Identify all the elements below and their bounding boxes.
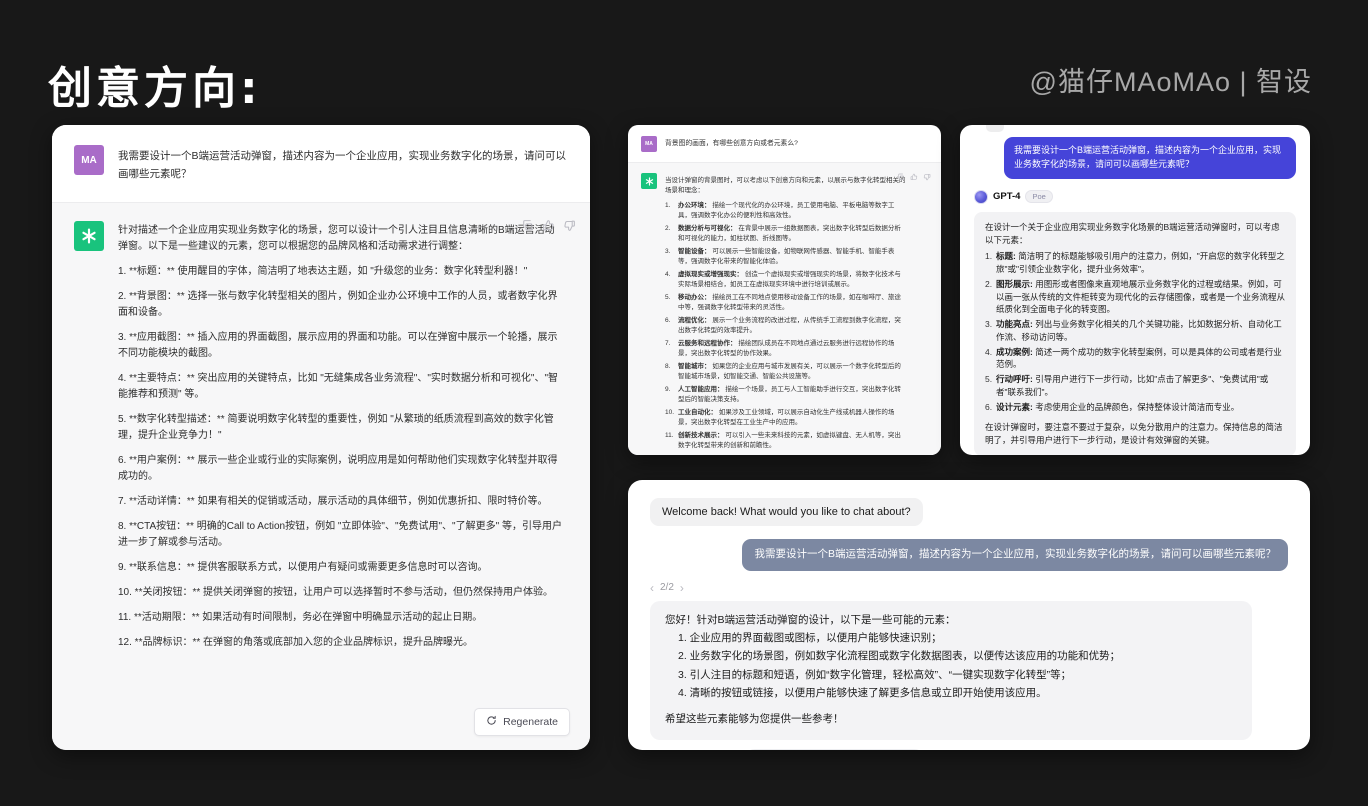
list-item: 8. 智能城市： 如果您的企业应用与城市发展有关，可以展示一个数字化转型后的智能… [665, 362, 907, 383]
chatgpt-small-panel: MA 背景图的画面，有哪些创意方向或者元素么? 当设计弹窗的背景图时，可以考虑以… [628, 125, 941, 455]
assistant-item-list: 1. **标题：** 使用醒目的字体，简洁明了地表达主题，如 "升级您的业务：数… [118, 264, 563, 651]
copy-icon[interactable] [897, 173, 905, 181]
chatgpt-logo-icon [74, 221, 104, 251]
list-item: 1. 企业应用的界面截图或图标，以便用户能够快速识别； [665, 630, 1237, 647]
chatgpt-large-panel: MA 我需要设计一个B端运营活动弹窗，描述内容为一个企业应用，实现业务数字化的场… [52, 125, 590, 750]
slide: 创意方向: @猫仔MAoMAo | 智设 MA 我需要设计一个B端运营活动弹窗，… [0, 0, 1368, 806]
chevron-left-icon[interactable]: ‹ [650, 582, 654, 594]
response-intro: 在设计一个关于企业应用实现业务数字化场景的B端运营活动弹窗时，可以考虑以下元素： [985, 221, 1285, 247]
user-avatar: MA [641, 136, 657, 152]
list-item: 3. **应用截图：** 插入应用的界面截图，展示应用的界面和功能。可以在弹窗中… [118, 330, 563, 362]
response-closing: 在设计弹窗时，要注意不要过于复杂，以免分散用户的注意力。保持信息的简洁明了，并引… [985, 421, 1285, 447]
response-closing: 希望这些元素能够为您提供一些参考！ [665, 711, 1237, 728]
list-item: 7. 云服务和远程协作： 描绘团队成员在不同地点通过云服务进行远程协作的场景，突… [665, 339, 907, 360]
list-item: 8. **CTA按钮：** 明确的Call to Action按钮，例如 "立即… [118, 519, 563, 551]
page-indicator: 2/2 [660, 582, 674, 593]
list-item: 2. 图形展示: 用图形或者图像来直观地展示业务数字化的过程或结果。例如，可以画… [985, 278, 1285, 316]
list-item: 5. 行动呼吁: 引导用户进行下一步行动，比如"点击了解更多"、"免费试用"或者… [985, 373, 1285, 399]
thumbs-up-icon[interactable] [910, 173, 918, 181]
chevron-right-icon[interactable]: › [680, 582, 684, 594]
regenerate-button[interactable]: Regenerate [474, 708, 570, 736]
bot-greeting-bubble: Welcome back! What would you like to cha… [650, 498, 923, 526]
response-pagination: ‹ 2/2 › [650, 582, 1288, 594]
list-item: 6. **用户案例：** 展示一些企业或行业的实际案例，说明应用是如何帮助他们实… [118, 453, 563, 485]
list-item: 5. **数字化转型描述：** 简要说明数字化转型的重要性，例如 "从繁琐的纸质… [118, 412, 563, 444]
thumbs-down-icon[interactable] [923, 173, 931, 181]
user-message: 背景图的画面，有哪些创意方向或者元素么? [665, 136, 798, 152]
bot-header: GPT-4 Poe [974, 190, 1296, 204]
poe-panel: 我需要设计一个B端运营活动弹窗，描述内容为一个企业应用，实现业务数字化的场景，请… [960, 125, 1310, 455]
regenerate-label: Regenerate [503, 716, 558, 728]
bot-response-card: 在设计一个关于企业应用实现业务数字化场景的B端运营活动弹窗时，可以考虑以下元素：… [974, 212, 1296, 455]
author-credit: @猫仔MAoMAo | 智设 [1030, 60, 1312, 99]
poe-badge: Poe [1025, 190, 1052, 203]
list-item: 5. 移动办公： 描绘员工在不同地点使用移动设备工作的场景，如在咖啡厅、旅途中等… [665, 293, 907, 314]
assistant-message-row: 针对描述一个企业应用实现业务数字化的场景，您可以设计一个引人注目且信息清晰的B端… [52, 202, 590, 750]
user-message-row: MA 背景图的画面，有哪些创意方向或者元素么? [628, 125, 941, 162]
list-item: 6. 设计元素: 考虑使用企业的品牌颜色，保持整体设计简洁而专业。 [985, 401, 1285, 414]
gpt4-bot-avatar-icon [974, 190, 988, 204]
assistant-message-row: 当设计弹窗的背景图时，可以考虑以下创意方向和元素，以展示与数字化转型相关的场景和… [628, 162, 941, 455]
assistant-intro: 当设计弹窗的背景图时，可以考虑以下创意方向和元素，以展示与数字化转型相关的场景和… [665, 176, 907, 197]
bot-name: GPT-4 [993, 191, 1020, 202]
list-item: 3. 功能亮点: 列出与业务数字化相关的几个关键功能，比如数据分析、自动化工作流… [985, 318, 1285, 344]
user-message-bubble: 我需要设计一个B端运营活动弹窗，描述内容为一个企业应用，实现业务数字化的场景，请… [1004, 137, 1296, 179]
list-item: 10. **关闭按钮：** 提供关闭弹窗的按钮，让用户可以选择暂时不参与活动，但… [118, 585, 563, 601]
list-item: 1. 标题: 简洁明了的标题能够吸引用户的注意力，例如，"开启您的数字化转型之旅… [985, 250, 1285, 276]
bottom-chat-panel: Welcome back! What would you like to cha… [628, 480, 1310, 750]
list-item: 11. **活动期限：** 如果活动有时间限制，务必在弹窗中明确显示活动的起止日… [118, 610, 563, 626]
list-item: 2. **背景图：** 选择一张与数字化转型相关的图片，例如企业办公环境中工作的… [118, 289, 563, 321]
list-item: 11. 创新技术展示： 可以引入一些未来科技的元素，如虚拟键盘、无人机等，突出数… [665, 431, 907, 452]
list-item: 4. 清晰的按钮或链接，以便用户能够快速了解更多信息或立即开始使用该应用。 [665, 685, 1237, 702]
list-item: 4. **主要特点：** 突出应用的关键特点，比如 "无缝集成各业务流程"、"实… [118, 371, 563, 403]
response-item-list: 1. 企业应用的界面截图或图标，以便用户能够快速识别；2. 业务数字化的场景图，… [665, 630, 1237, 702]
list-item: 2. 数据分析与可视化： 在背景中展示一组数据图表，突出数字化转型后数据分析和可… [665, 224, 907, 245]
list-item: 2. 业务数字化的场景图，例如数字化流程图或数字化数据图表，以便传达该应用的功能… [665, 648, 1237, 665]
user-avatar: MA [74, 145, 104, 175]
user-message: 我需要设计一个B端运营活动弹窗，描述内容为一个企业应用，实现业务数字化的场景，请… [118, 145, 568, 184]
list-item: 9. **联系信息：** 提供客服联系方式，以便用户有疑问或需要更多信息时可以咨… [118, 560, 563, 576]
assistant-item-list: 1. 办公环境： 描绘一个现代化的办公环境，员工使用电脑、平板电脑等数字工具，强… [665, 201, 907, 452]
list-item: 3. 智能设备： 可以展示一些智能设备，如物联网传感器、智能手机、智能手表等，强… [665, 247, 907, 268]
response-item-list: 1. 标题: 简洁明了的标题能够吸引用户的注意力，例如，"开启您的数字化转型之旅… [985, 250, 1285, 413]
clipped-previous-bubble [986, 125, 1004, 132]
list-item: 3. 引人注目的标题和短语，例如“数字化管理，轻松高效”、“一键实现数字化转型”… [665, 667, 1237, 684]
list-item: 6. 流程优化： 展示一个业务流程的改进过程，从传统手工流程到数字化流程，突出数… [665, 316, 907, 337]
search-web-gpt4-button[interactable]: search web and ask GPT-4 [743, 749, 926, 750]
chatgpt-logo-icon [641, 173, 657, 189]
list-item: 7. **活动详情：** 如果有相关的促销或活动，展示活动的具体细节，例如优惠折… [118, 494, 563, 510]
list-item: 12. **品牌标识：** 在弹窗的角落或底部加入您的企业品牌标识，提升品牌曝光… [118, 635, 563, 651]
list-item: 9. 人工智能应用： 描绘一个场景，员工与人工智能助手进行交互，突出数字化转型后… [665, 385, 907, 406]
copy-icon[interactable] [521, 219, 534, 232]
page-title: 创意方向: [48, 52, 262, 116]
chat-footer: answer again search web and ask GPT-4 [650, 749, 1288, 750]
bot-response-card: 您好！针对B端运营活动弹窗的设计，以下是一些可能的元素： 1. 企业应用的界面截… [650, 601, 1252, 740]
user-message-bubble: 我需要设计一个B端运营活动弹窗，描述内容为一个企业应用，实现业务数字化的场景，请… [742, 539, 1288, 571]
list-item: 1. 办公环境： 描绘一个现代化的办公环境，员工使用电脑、平板电脑等数字工具，强… [665, 201, 907, 222]
list-item: 4. 成功案例: 简述一两个成功的数字化转型案例，可以是具体的公司或者是行业范例… [985, 346, 1285, 372]
list-item: 1. **标题：** 使用醒目的字体，简洁明了地表达主题，如 "升级您的业务：数… [118, 264, 563, 280]
refresh-icon [486, 715, 497, 729]
response-intro: 您好！针对B端运营活动弹窗的设计，以下是一些可能的元素： [665, 612, 1237, 629]
assistant-intro: 针对描述一个企业应用实现业务数字化的场景，您可以设计一个引人注目且信息清晰的B端… [118, 223, 563, 255]
list-item: 4. 虚拟现实或增强现实： 创造一个虚拟现实或增强现实的场景，将数字化技术与实际… [665, 270, 907, 291]
user-message-row: MA 我需要设计一个B端运营活动弹窗，描述内容为一个企业应用，实现业务数字化的场… [52, 125, 590, 202]
thumbs-up-icon[interactable] [542, 219, 555, 232]
list-item: 10. 工业自动化： 如果涉及工业领域，可以展示自动化生产线或机器人操作的场景，… [665, 408, 907, 429]
thumbs-down-icon[interactable] [563, 219, 576, 232]
